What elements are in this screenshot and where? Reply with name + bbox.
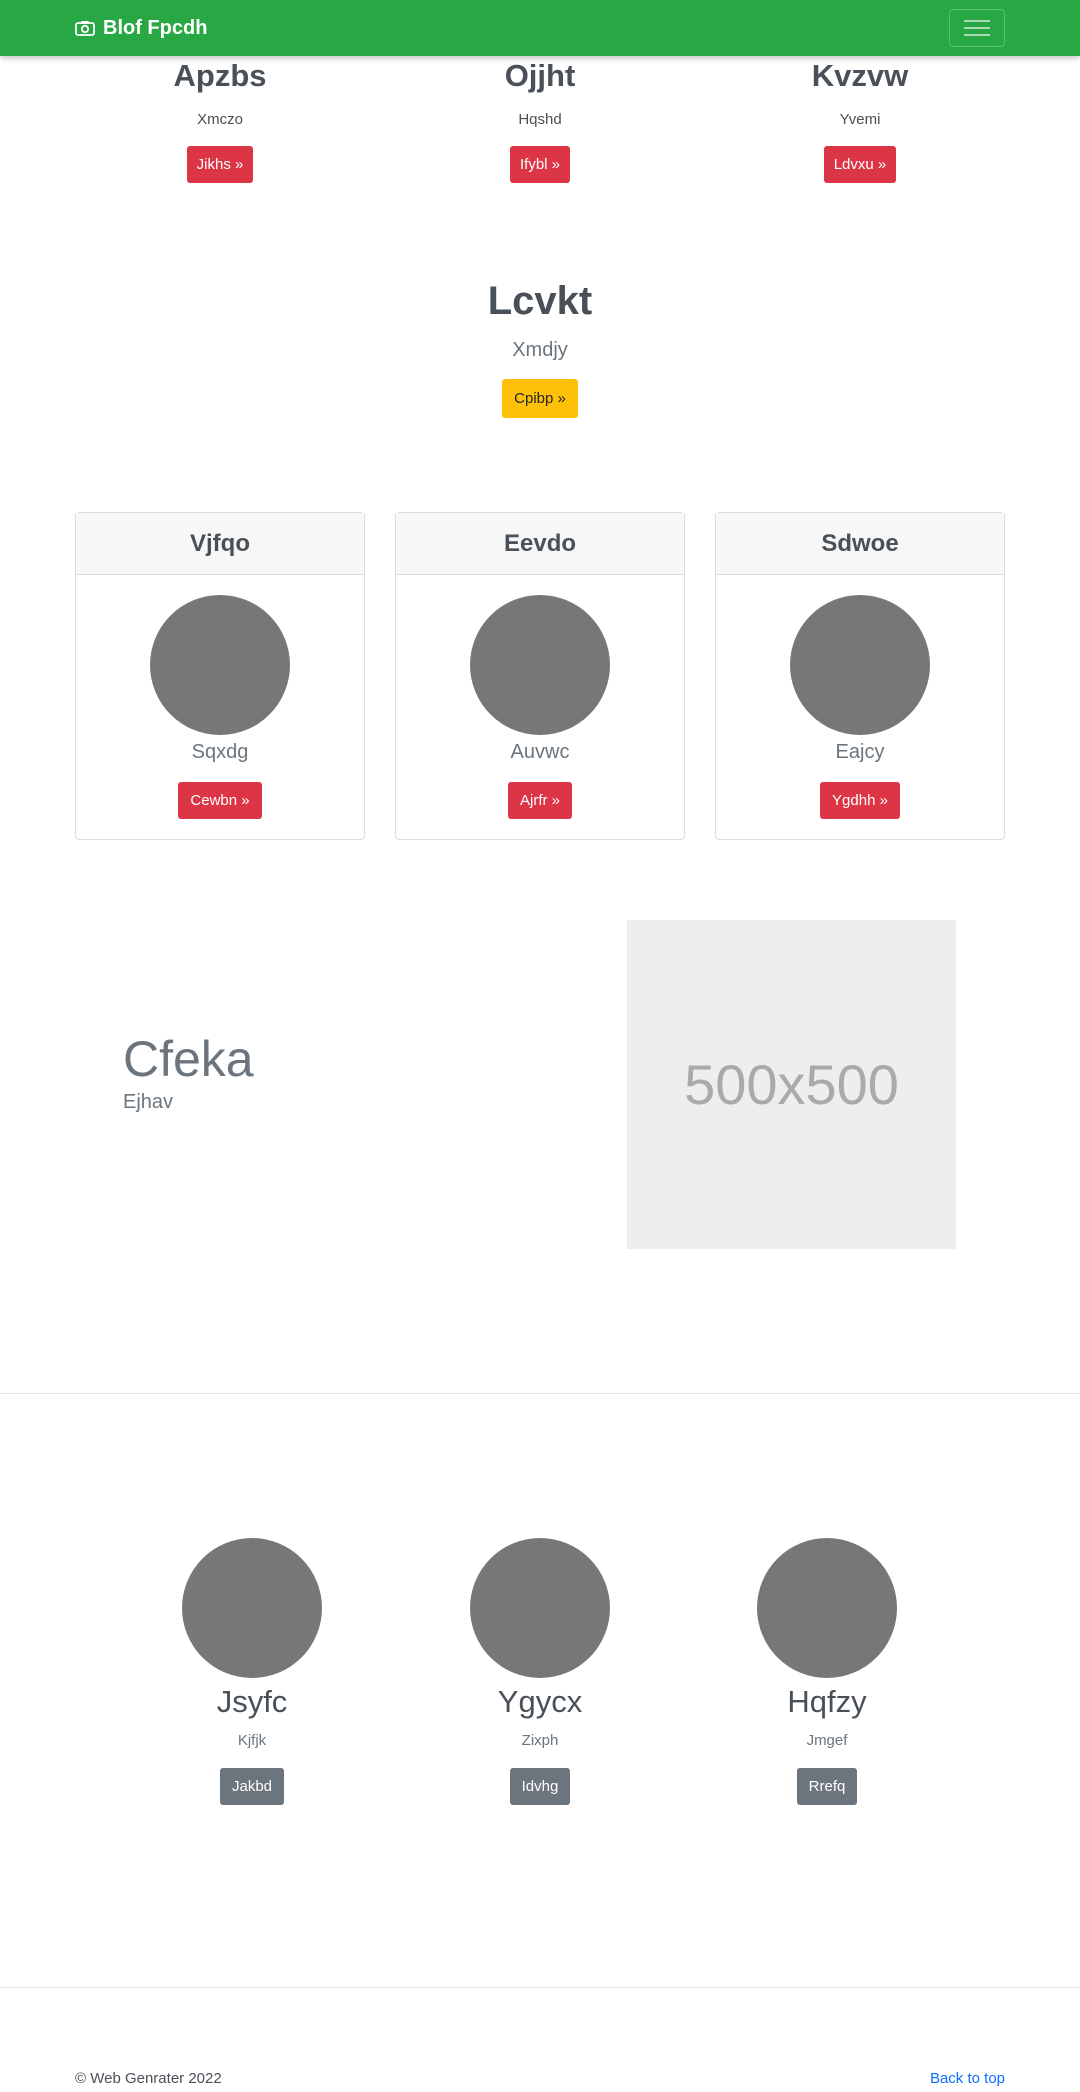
feature-title: Cfeka bbox=[123, 1031, 254, 1087]
card-subtitle: Auvwc bbox=[510, 741, 570, 763]
person-3: Hqfzy Jmgef Rrefq bbox=[707, 1538, 947, 1805]
feature-subtitle: Ejhav bbox=[123, 1091, 174, 1113]
card-3: Sdwoe Eajcy Ygdhh » bbox=[715, 512, 1005, 840]
image-size-label: 500x500 bbox=[684, 1053, 899, 1116]
person-name: Hqfzy bbox=[787, 1684, 867, 1719]
brand-label: Blof Fpcdh bbox=[103, 16, 208, 39]
card-2: Eevdo Auvwc Ajrfr » bbox=[395, 512, 685, 840]
top-tile-2: Ojjht Hqshd Ifybl » bbox=[410, 58, 670, 183]
avatar-placeholder bbox=[470, 1538, 610, 1678]
top-tile-button[interactable]: Ifybl » bbox=[509, 146, 571, 183]
top-tile-1: Apzbs Xmczo Jikhs » bbox=[90, 58, 350, 183]
card-button[interactable]: Ygdhh » bbox=[820, 782, 900, 819]
card-subtitle: Eajcy bbox=[835, 741, 885, 763]
person-button[interactable]: Rrefq bbox=[796, 1768, 858, 1805]
camera-icon bbox=[75, 21, 95, 36]
card-1: Vjfqo Sqxdg Cewbn » bbox=[75, 512, 365, 840]
person-button[interactable]: Jakbd bbox=[219, 1768, 285, 1805]
top-tile-button[interactable]: Ldvxu » bbox=[823, 146, 897, 183]
footer-copyright: © Web Genrater 2022 bbox=[75, 2070, 222, 2087]
avatar-placeholder bbox=[182, 1538, 322, 1678]
top-tile-title: Apzbs bbox=[173, 58, 267, 93]
avatar-placeholder bbox=[790, 595, 930, 735]
top-tile-title: Kvzvw bbox=[811, 58, 909, 93]
feature-text: Cfeka Ejhav bbox=[123, 1030, 254, 1114]
hero-section: Lcvkt Xmdjy Cpibp » bbox=[0, 278, 1080, 418]
person-name: Jsyfc bbox=[216, 1684, 288, 1719]
person-button[interactable]: Idvhg bbox=[509, 1768, 571, 1805]
person-subtitle: Kjfjk bbox=[237, 1732, 267, 1749]
avatar-placeholder bbox=[757, 1538, 897, 1678]
card-header: Vjfqo bbox=[76, 513, 364, 575]
card-header: Eevdo bbox=[396, 513, 684, 575]
top-tile-button[interactable]: Jikhs » bbox=[186, 146, 254, 183]
top-tile-subtitle: Xmczo bbox=[197, 111, 243, 128]
person-name: Ygycx bbox=[497, 1684, 583, 1719]
hamburger-icon bbox=[964, 20, 990, 36]
menu-toggle-button[interactable] bbox=[949, 9, 1005, 47]
top-tile-3: Kvzvw Yvemi Ldvxu » bbox=[730, 58, 990, 183]
top-tile-subtitle: Hqshd bbox=[518, 111, 562, 128]
person-subtitle: Zixph bbox=[521, 1732, 559, 1749]
card-button[interactable]: Ajrfr » bbox=[507, 782, 572, 819]
footer-divider bbox=[0, 1987, 1080, 1988]
avatar-placeholder bbox=[470, 595, 610, 735]
card-button[interactable]: Cewbn » bbox=[178, 782, 262, 819]
feature-image-placeholder: 500x500 bbox=[627, 920, 956, 1249]
back-to-top-link[interactable]: Back to top bbox=[930, 2070, 1005, 2087]
person-2: Ygycx Zixph Idvhg bbox=[420, 1538, 660, 1805]
person-1: Jsyfc Kjfjk Jakbd bbox=[132, 1538, 372, 1805]
hero-title: Lcvkt bbox=[487, 279, 593, 323]
top-tile-title: Ojjht bbox=[504, 58, 576, 93]
navbar: Blof Fpcdh bbox=[0, 0, 1080, 56]
top-tile-subtitle: Yvemi bbox=[839, 111, 881, 128]
avatar-placeholder bbox=[150, 595, 290, 735]
card-subtitle: Sqxdg bbox=[191, 741, 249, 763]
hero-button[interactable]: Cpibp » bbox=[502, 379, 578, 418]
section-divider bbox=[0, 1393, 1080, 1394]
navbar-brand[interactable]: Blof Fpcdh bbox=[75, 0, 207, 56]
person-subtitle: Jmgef bbox=[806, 1732, 848, 1749]
card-header: Sdwoe bbox=[716, 513, 1004, 575]
hero-subtitle: Xmdjy bbox=[512, 339, 568, 361]
